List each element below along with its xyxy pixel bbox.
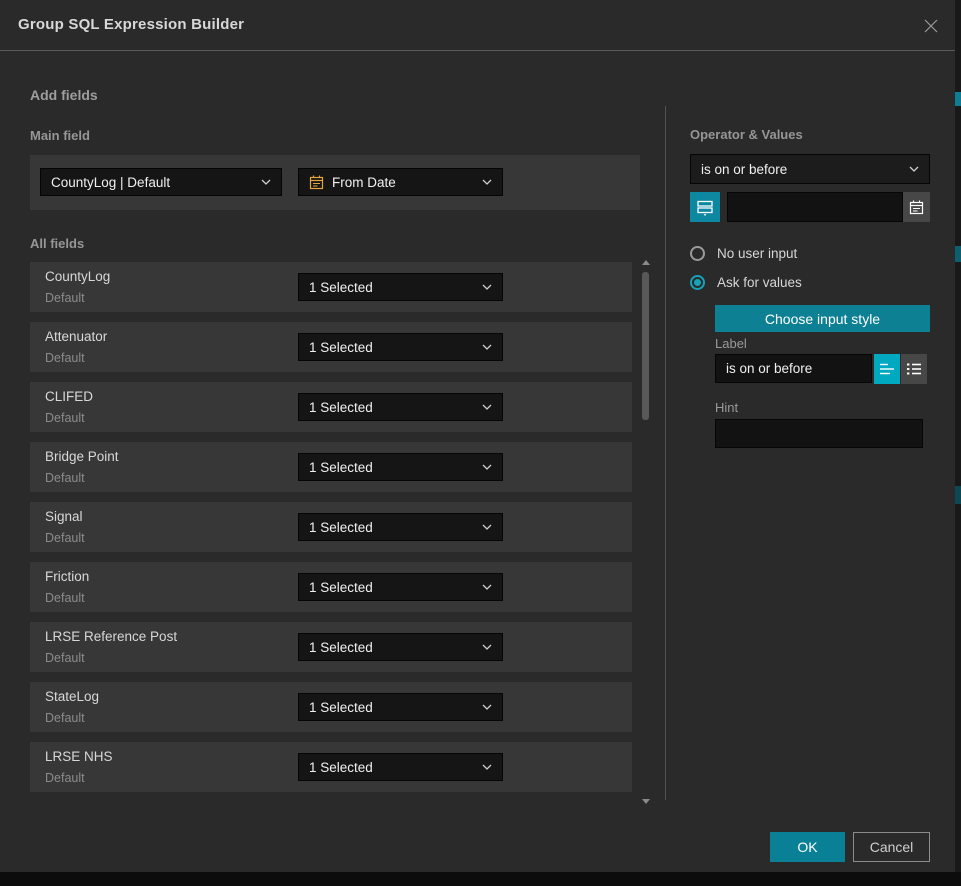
- scroll-down-icon[interactable]: [642, 799, 650, 804]
- edge-fleck: [955, 92, 961, 106]
- chevron-down-icon: [482, 284, 492, 290]
- field-values-select[interactable]: 1 Selected: [298, 393, 503, 421]
- field-subtitle: Default: [45, 771, 85, 785]
- field-subtitle: Default: [45, 471, 85, 485]
- chevron-down-icon: [482, 704, 492, 710]
- chevron-down-icon: [482, 404, 492, 410]
- scrollbar-thumb[interactable]: [642, 272, 649, 420]
- add-fields-heading: Add fields: [30, 87, 98, 103]
- field-row-attenuator: Attenuator Default 1 Selected: [30, 322, 632, 372]
- cancel-button[interactable]: Cancel: [853, 832, 930, 862]
- chevron-down-icon: [909, 166, 919, 172]
- main-field-field-select[interactable]: From Date: [298, 168, 503, 196]
- choose-input-style-button[interactable]: Choose input style: [715, 305, 930, 332]
- input-style-toggle-button[interactable]: [690, 192, 720, 222]
- main-field-label: Main field: [30, 128, 90, 143]
- hint-input[interactable]: [715, 419, 923, 448]
- dialog-titlebar: Group SQL Expression Builder: [0, 0, 955, 51]
- chevron-down-icon: [482, 764, 492, 770]
- field-values-select[interactable]: 1 Selected: [298, 753, 503, 781]
- field-subtitle: Default: [45, 411, 85, 425]
- field-values-select[interactable]: 1 Selected: [298, 273, 503, 301]
- ok-button[interactable]: OK: [770, 832, 845, 862]
- field-values-select[interactable]: 1 Selected: [298, 453, 503, 481]
- all-fields-label: All fields: [30, 236, 84, 251]
- close-icon: [922, 17, 940, 35]
- label-style-list-button[interactable]: [901, 354, 927, 384]
- radio-circle-on[interactable]: [690, 275, 705, 290]
- field-name: Signal: [45, 509, 83, 524]
- layer-select-value: CountyLog | Default: [51, 175, 255, 190]
- chevron-down-icon: [482, 644, 492, 650]
- calendar-icon: [309, 175, 324, 190]
- label-style-plain-button[interactable]: [874, 354, 900, 384]
- field-values-select[interactable]: 1 Selected: [298, 693, 503, 721]
- background-edge-strip: [955, 0, 961, 872]
- operator-values-heading: Operator & Values: [690, 127, 803, 142]
- field-values-select[interactable]: 1 Selected: [298, 513, 503, 541]
- radio-label: Ask for values: [717, 275, 802, 290]
- field-row-friction: Friction Default 1 Selected: [30, 562, 632, 612]
- field-name: CLIFED: [45, 389, 93, 404]
- field-values-select[interactable]: 1 Selected: [298, 333, 503, 361]
- label-field-label: Label: [715, 336, 747, 351]
- field-name: Bridge Point: [45, 449, 119, 464]
- radio-dot: [694, 279, 701, 286]
- field-values-select[interactable]: 1 Selected: [298, 633, 503, 661]
- field-row-countylog: CountyLog Default 1 Selected: [30, 262, 632, 312]
- field-name: CountyLog: [45, 269, 110, 284]
- align-left-icon: [879, 362, 895, 376]
- field-name: LRSE Reference Post: [45, 629, 177, 644]
- radio-circle-off[interactable]: [690, 246, 705, 261]
- field-subtitle: Default: [45, 711, 85, 725]
- field-subtitle: Default: [45, 351, 85, 365]
- date-picker-button[interactable]: [903, 192, 930, 222]
- field-subtitle: Default: [45, 291, 85, 305]
- input-style-icon: [696, 198, 714, 216]
- field-row-statelog: StateLog Default 1 Selected: [30, 682, 632, 732]
- field-subtitle: Default: [45, 651, 85, 665]
- field-name: Friction: [45, 569, 89, 584]
- main-field-panel: CountyLog | Default From Date: [30, 155, 640, 210]
- field-select-value: From Date: [332, 175, 476, 190]
- edge-fleck: [955, 486, 961, 504]
- field-name: Attenuator: [45, 329, 107, 344]
- field-row-bridge-point: Bridge Point Default 1 Selected: [30, 442, 632, 492]
- field-values-select[interactable]: 1 Selected: [298, 573, 503, 601]
- edge-fleck: [955, 246, 961, 262]
- scroll-up-icon[interactable]: [642, 260, 650, 265]
- field-row-signal: Signal Default 1 Selected: [30, 502, 632, 552]
- chevron-down-icon: [482, 524, 492, 530]
- field-row-clifed: CLIFED Default 1 Selected: [30, 382, 632, 432]
- background-bottom-strip: [0, 872, 961, 886]
- radio-no-user-input[interactable]: No user input: [690, 246, 797, 261]
- radio-ask-for-values[interactable]: Ask for values: [690, 275, 802, 290]
- field-row-lrse-reference-post: LRSE Reference Post Default 1 Selected: [30, 622, 632, 672]
- field-name: LRSE NHS: [45, 749, 113, 764]
- panel-divider: [665, 106, 666, 800]
- calendar-icon: [909, 200, 924, 215]
- chevron-down-icon: [482, 179, 492, 185]
- chevron-down-icon: [482, 584, 492, 590]
- field-subtitle: Default: [45, 591, 85, 605]
- dialog-title: Group SQL Expression Builder: [18, 16, 244, 33]
- radio-label: No user input: [717, 246, 797, 261]
- field-row-lrse-nhs: LRSE NHS Default 1 Selected: [30, 742, 632, 792]
- label-input[interactable]: [715, 354, 872, 383]
- operator-select[interactable]: is on or before: [690, 154, 930, 184]
- hint-field-label: Hint: [715, 400, 738, 415]
- close-button[interactable]: [919, 14, 943, 38]
- chevron-down-icon: [261, 179, 271, 185]
- chevron-down-icon: [482, 344, 492, 350]
- main-field-layer-select[interactable]: CountyLog | Default: [40, 168, 282, 196]
- date-value-input[interactable]: [727, 192, 903, 222]
- group-sql-expression-builder-dialog: Group SQL Expression Builder Add fields …: [0, 0, 955, 872]
- list-icon: [906, 362, 922, 376]
- chevron-down-icon: [482, 464, 492, 470]
- operator-select-value: is on or before: [701, 162, 903, 177]
- field-subtitle: Default: [45, 531, 85, 545]
- field-name: StateLog: [45, 689, 99, 704]
- list-scrollbar[interactable]: [641, 258, 651, 806]
